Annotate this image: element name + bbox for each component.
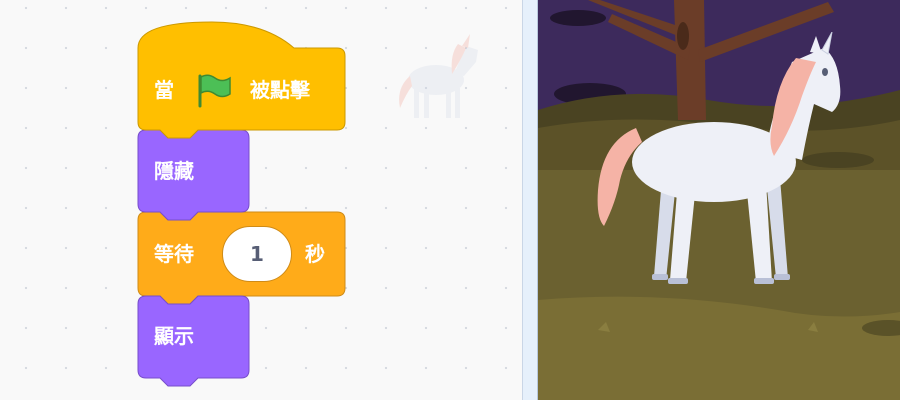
- green-flag-icon[interactable]: [196, 72, 234, 108]
- hide-label: 隱藏: [154, 159, 194, 183]
- when-flag-suffix: 被點擊: [250, 78, 310, 102]
- wait-seconds-input[interactable]: 1: [222, 226, 292, 282]
- code-area[interactable]: 當 被點擊 隱藏 等待 1 秒 顯示: [0, 0, 522, 400]
- unicorn-sprite-icon[interactable]: [596, 32, 846, 294]
- script-stack[interactable]: 當 被點擊 隱藏 等待 1 秒 顯示: [0, 0, 360, 400]
- show-label: 顯示: [154, 324, 194, 348]
- stage[interactable]: [538, 0, 900, 400]
- wait-suffix: 秒: [305, 242, 325, 266]
- wait-prefix: 等待: [154, 242, 194, 266]
- when-flag-prefix: 當: [154, 78, 174, 102]
- unicorn-ghost-icon: [399, 34, 478, 118]
- pane-divider[interactable]: [522, 0, 538, 400]
